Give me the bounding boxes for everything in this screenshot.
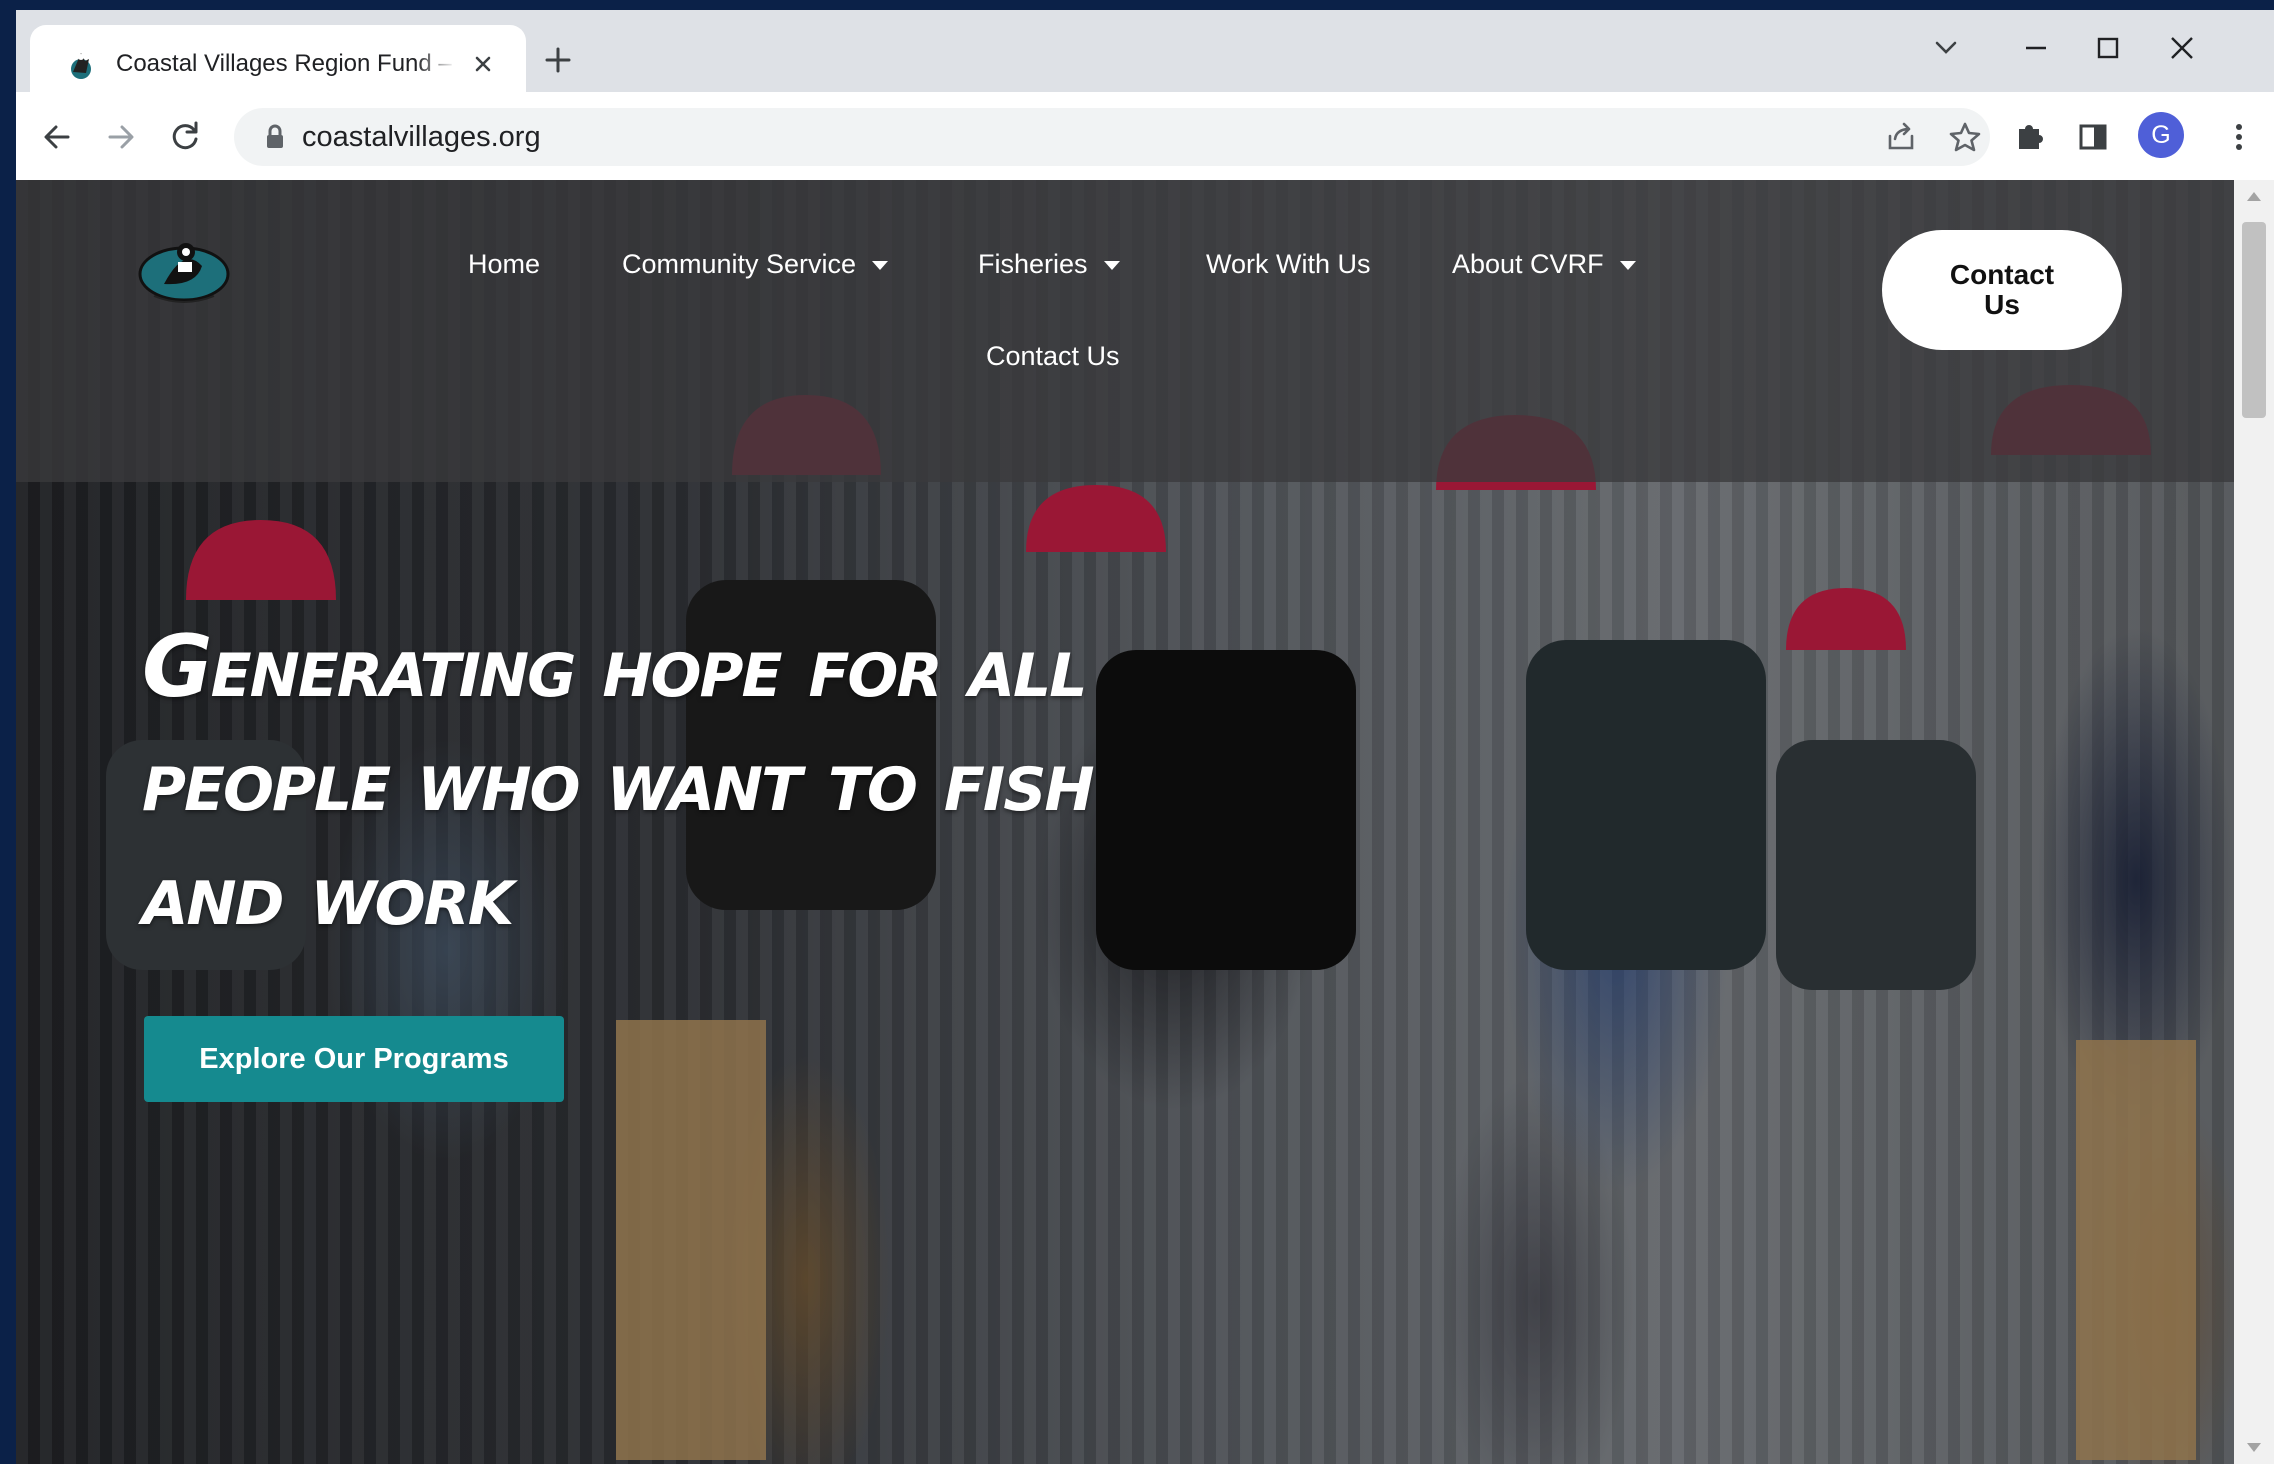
cvrf-logo[interactable] bbox=[134, 226, 234, 310]
maximize-icon[interactable] bbox=[2086, 26, 2130, 70]
puzzle-icon[interactable] bbox=[2006, 114, 2052, 160]
page-scrollbar[interactable] bbox=[2234, 180, 2274, 1464]
chevron-down-icon[interactable] bbox=[1924, 26, 1968, 70]
nav-work-with-us-label: Work With Us bbox=[1206, 249, 1371, 279]
tab-strip: Coastal Villages Region Fund – C bbox=[16, 10, 2274, 92]
scroll-down-icon[interactable] bbox=[2247, 1443, 2261, 1452]
nav-about-label: About CVRF bbox=[1452, 249, 1604, 279]
back-icon[interactable] bbox=[34, 114, 80, 160]
nav-fisheries-label: Fisheries bbox=[978, 249, 1088, 279]
tab-title: Coastal Villages Region Fund – C bbox=[116, 50, 456, 77]
close-icon[interactable] bbox=[468, 49, 498, 79]
caret-down-icon bbox=[1619, 261, 1636, 271]
contact-us-button[interactable]: Contact Us bbox=[1882, 230, 2122, 350]
browser-toolbar: coastalvillages.org G bbox=[16, 92, 2274, 181]
more-icon[interactable] bbox=[2216, 114, 2262, 160]
address-bar[interactable]: coastalvillages.org bbox=[234, 108, 1990, 166]
explore-programs-button[interactable]: Explore Our Programs bbox=[144, 1016, 564, 1102]
plus-icon[interactable] bbox=[536, 38, 580, 82]
star-icon[interactable] bbox=[1946, 118, 1984, 156]
url-text: coastalvillages.org bbox=[302, 121, 541, 153]
nav-community-service-label: Community Service bbox=[622, 249, 857, 279]
close-window-icon[interactable] bbox=[2160, 26, 2204, 70]
nav-community-service[interactable]: Community Service bbox=[622, 244, 889, 284]
scroll-up-icon[interactable] bbox=[2247, 192, 2261, 201]
side-panel-icon[interactable] bbox=[2070, 114, 2116, 160]
nav-fisheries[interactable]: Fisheries bbox=[978, 244, 1120, 284]
scroll-thumb[interactable] bbox=[2242, 222, 2266, 418]
browser-tab[interactable]: Coastal Villages Region Fund – C bbox=[30, 25, 526, 92]
nav-about-cvrf[interactable]: About CVRF bbox=[1452, 244, 1636, 284]
forward-icon[interactable] bbox=[98, 114, 144, 160]
share-icon[interactable] bbox=[1882, 118, 1920, 156]
nav-home[interactable]: Home bbox=[468, 244, 540, 284]
profile-avatar[interactable]: G bbox=[2138, 112, 2184, 158]
page-viewport: Home Community Service Fisheries Work Wi… bbox=[16, 180, 2234, 1464]
favicon-icon bbox=[71, 53, 91, 79]
nav-contact-label: Contact Us bbox=[986, 341, 1120, 371]
nav-home-label: Home bbox=[468, 249, 541, 279]
nav-contact-us[interactable]: Contact Us bbox=[986, 336, 1120, 376]
nav-work-with-us[interactable]: Work With Us bbox=[1206, 244, 1371, 284]
caret-down-icon bbox=[872, 261, 889, 271]
hero-headline: Generating hope for all people who want … bbox=[142, 617, 1095, 945]
caret-down-icon bbox=[1103, 261, 1120, 271]
reload-icon[interactable] bbox=[162, 114, 208, 160]
minimize-icon[interactable] bbox=[2014, 26, 2058, 70]
lock-icon[interactable] bbox=[264, 124, 286, 150]
browser-window: Coastal Villages Region Fund – C coastal… bbox=[16, 10, 2274, 1464]
